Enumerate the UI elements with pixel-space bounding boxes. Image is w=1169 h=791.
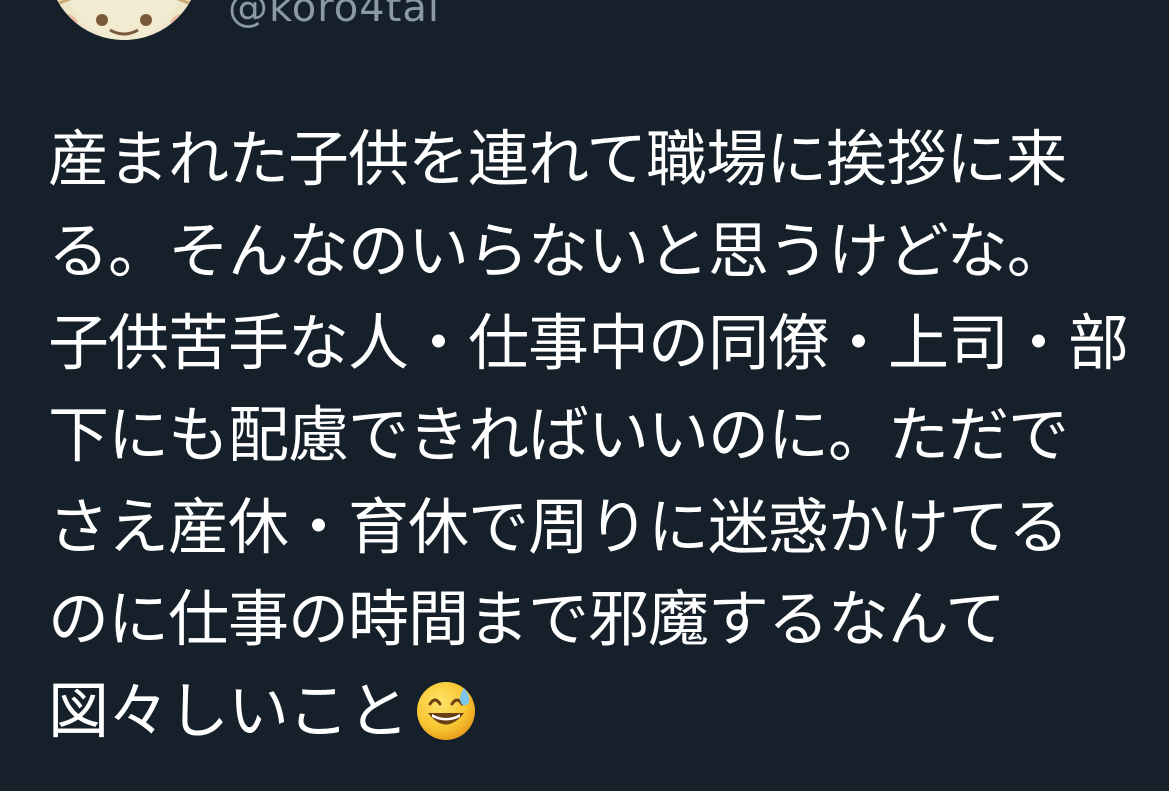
tweet-text-line: 下にも配慮できればいいのに。ただで <box>48 400 1069 471</box>
author-handle[interactable]: @koro4tai <box>228 0 440 28</box>
tweet-text-line: 子供苦手な人・仕事中の同僚・上司・部 <box>48 308 1129 379</box>
tweet-text-line: る。そんなのいらないと思うけどな。 <box>48 216 1068 287</box>
grinning-face-with-sweat-emoji-icon <box>414 678 478 742</box>
tweet-text-fragment: 図々しいこと <box>48 676 409 747</box>
tweet-text-line: さえ産休・育休で周りに迷惑かけてる <box>48 492 1069 563</box>
author-avatar[interactable] <box>48 0 200 40</box>
tweet-text-line: 産まれた子供を連れて職場に挨拶に来 <box>48 124 1067 195</box>
tweet-text-line-last: 図々しいこと <box>48 666 1128 758</box>
tweet-header: @koro4tai <box>0 0 1169 60</box>
tweet-body: 産まれた子供を連れて職場に挨拶に来 る。そんなのいらないと思うけどな。 子供苦手… <box>48 114 1129 758</box>
tweet-card: @koro4tai 産まれた子供を連れて職場に挨拶に来 る。そんなのいらないと思… <box>0 0 1169 791</box>
avatar-image-icon <box>48 0 200 40</box>
tweet-text-line: のに仕事の時間まで邪魔するなんて <box>48 584 1006 655</box>
